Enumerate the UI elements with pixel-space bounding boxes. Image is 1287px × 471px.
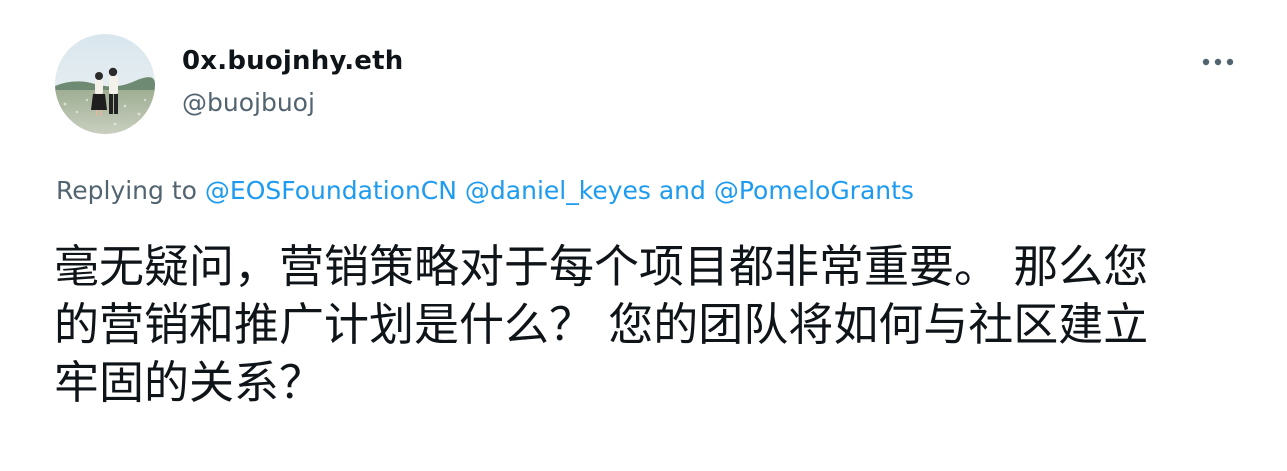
more-horizontal-icon <box>1202 58 1234 66</box>
mention-link[interactable]: @daniel_keyes <box>465 176 651 205</box>
mention-link[interactable]: @PomeloGrants <box>714 176 914 205</box>
tweet-text-line: 的营销和推广计划是什么？ 您的团队将如何与社区建立 <box>54 298 1149 351</box>
display-name[interactable]: 0x.buojnhy.eth <box>182 46 403 76</box>
user-handle[interactable]: @buojbuoj <box>182 88 315 117</box>
more-options-button[interactable] <box>1198 44 1238 80</box>
and-conjunction[interactable]: and <box>659 176 706 205</box>
tweet-text-line: 毫无疑问，营销策略对于每个项目都非常重要。 那么您 <box>54 240 1149 293</box>
tweet-text-line: 牢固的关系？ <box>54 356 325 409</box>
tweet-text: 毫无疑问，营销策略对于每个项目都非常重要。 那么您 的营销和推广计划是什么？ 您… <box>54 238 1244 412</box>
avatar[interactable] <box>55 34 155 134</box>
profile-photo <box>55 34 155 134</box>
reply-context: Replying to @EOSFoundationCN @daniel_key… <box>56 176 914 205</box>
mention-link[interactable]: @EOSFoundationCN <box>205 176 457 205</box>
replying-to-label: Replying to <box>56 176 197 205</box>
tweet-card: 0x.buojnhy.eth @buojbuoj Replying to @EO… <box>0 0 1287 471</box>
